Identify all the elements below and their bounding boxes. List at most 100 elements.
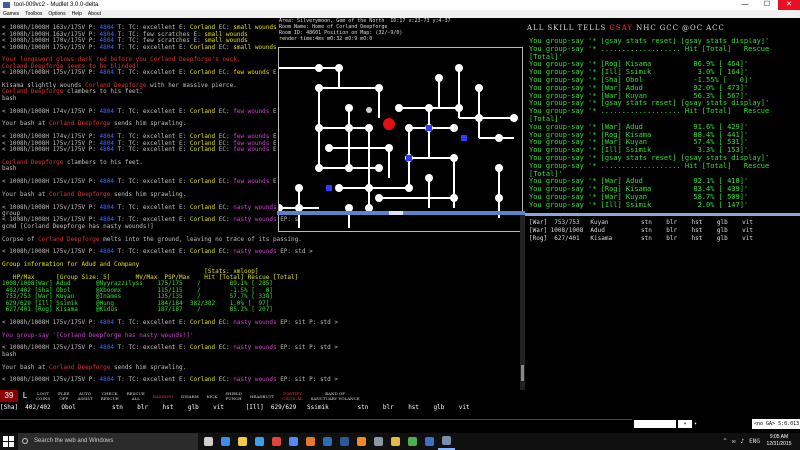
console-text: E:: [179, 248, 190, 256]
chat-tabs: ALL SKILL TELLS GSAY NHC GCC @OC ACC: [527, 22, 800, 34]
gsay-window[interactable]: You group-say '* [gsay stats reset] [gsa…: [527, 38, 800, 213]
mail-icon[interactable]: [285, 433, 302, 450]
folder-icon[interactable]: [387, 433, 404, 450]
taskbar-clock[interactable]: 9:05 AM 12/31/2015: [762, 434, 796, 450]
maximize-button[interactable]: ☐: [756, 0, 778, 10]
store-icon[interactable]: [251, 433, 268, 450]
console-text: nasty wounds: [233, 216, 277, 224]
console-text: gcmd [Corland Deepforge has nasty wounds…: [2, 222, 154, 230]
console-text: < 1008h/1008H 175v/175V: [2, 43, 89, 51]
console-text: EC:: [218, 69, 234, 77]
window-titlebar: tool-009vc2 - Mudlet 3.0.0-delta — ☐ ✕: [0, 0, 800, 10]
buffer-search-input[interactable]: [634, 420, 676, 428]
app-icon-green[interactable]: [404, 433, 421, 450]
mapper-window[interactable]: Area: Silverymoon, Gem of the North ID:1…: [275, 18, 525, 232]
command-input[interactable]: [0, 419, 632, 430]
action-button-all[interactable]: RESCUE ALL: [123, 390, 149, 402]
map-splitter[interactable]: [277, 211, 525, 215]
right-splitter[interactable]: [525, 213, 800, 216]
console-text: bash: [2, 350, 17, 358]
console-text: T:: [114, 146, 129, 153]
tab-acc[interactable]: ACC: [706, 22, 725, 34]
close-button[interactable]: ✕: [778, 0, 800, 10]
map-canvas[interactable]: [275, 47, 523, 232]
console-text: TC:: [128, 376, 143, 384]
console-text: EC:: [218, 376, 234, 384]
explorer-icon[interactable]: [234, 433, 251, 450]
minimize-button[interactable]: —: [734, 0, 756, 10]
tray-item[interactable]: ✉: [732, 438, 736, 445]
taskbar-search-placeholder: Search the web and Windows: [34, 438, 114, 444]
action-button-coins[interactable]: LOOT COINS: [32, 390, 54, 402]
console-text: Corland: [189, 178, 219, 185]
search-options-dropdown[interactable]: ▾: [678, 420, 692, 428]
tray-item[interactable]: ENG: [749, 438, 760, 445]
console-text: Corland: [189, 203, 219, 211]
console-text: Corland Deepforge: [38, 235, 100, 243]
menu-toolbox[interactable]: Toolbox: [22, 10, 45, 18]
tab-all[interactable]: ALL: [527, 22, 544, 34]
task-view-icon[interactable]: [200, 433, 217, 450]
map-splitter-handle[interactable]: [389, 211, 403, 215]
mudlet-icon[interactable]: [438, 433, 455, 450]
action-button-sanctuary-volance[interactable]: BAND OF SANCTUARY VOLANCE: [307, 390, 364, 402]
photoshop-icon[interactable]: [319, 433, 336, 450]
menu-games[interactable]: Games: [0, 10, 22, 18]
menu-options[interactable]: Options: [45, 10, 68, 18]
app-icon-blue[interactable]: [421, 433, 438, 450]
action-button-bottom-label: KICK: [206, 393, 218, 399]
action-button-bottom-label: OFF: [59, 396, 69, 401]
action-button-bottom-label: HEADBUTT: [249, 393, 275, 399]
console-text: 4804: [99, 344, 114, 352]
console-text: E:: [179, 69, 190, 77]
action-button-off[interactable]: FLEE OFF: [54, 390, 73, 402]
action-button-headbutt[interactable]: HEADBUTT: [246, 390, 278, 402]
console-text: 4804: [99, 318, 114, 326]
action-button-kick[interactable]: KICK: [203, 390, 222, 402]
console-text: EC:: [218, 43, 234, 51]
tab-nhc[interactable]: NHC: [636, 22, 657, 34]
clock-time: 9:05 AM: [769, 434, 789, 440]
tab-skill[interactable]: SKILL: [547, 22, 574, 34]
console-text: Corland: [189, 248, 219, 256]
console-text: E:: [179, 344, 190, 352]
action-button-assist[interactable]: AUTO ASSIST: [73, 390, 96, 402]
tab-gsay[interactable]: GSAY: [609, 22, 633, 34]
word-icon[interactable]: [336, 433, 353, 450]
group-member-row: [Rog] 627/401 Kisama stn blr hst glb vit: [529, 235, 753, 242]
taskbar-search[interactable]: Search the web and Windows: [18, 433, 198, 450]
tray-item[interactable]: ^: [723, 438, 727, 445]
windows-start-icon[interactable]: [3, 436, 14, 447]
steam-icon[interactable]: [370, 433, 387, 450]
action-button-critical[interactable]: FORTIFY CRITICAL: [278, 390, 307, 402]
extra-options-dropdown[interactable]: ▾: [694, 420, 697, 428]
action-button-punch[interactable]: SHIELD PUNCH: [221, 390, 246, 402]
console-text: clambers to his feet.: [63, 158, 143, 166]
action-button-disarm[interactable]: DISARM: [177, 390, 203, 402]
vlc-icon[interactable]: [353, 433, 370, 450]
menu-about[interactable]: About: [85, 10, 104, 18]
console-text: 4804: [99, 69, 114, 77]
tab-gcc[interactable]: GCC: [660, 22, 679, 34]
console-scrollbar-thumb[interactable]: [521, 365, 524, 381]
tab-oc[interactable]: @OC: [682, 22, 703, 34]
console-text: 4804: [99, 376, 114, 384]
console-line: < 1008h/1008H 175v/175V P: 4804 T: TC: e…: [2, 248, 313, 255]
edge-icon[interactable]: [217, 433, 234, 450]
console-text: < 1008h/1008H 175v/175V: [2, 69, 89, 77]
firefox-icon[interactable]: [302, 433, 319, 450]
console-line: bash: [2, 165, 16, 172]
profile-dropdown[interactable]: <no GA> 5:0.013: [752, 419, 800, 429]
action-button-bashing[interactable]: BASHING: [149, 390, 177, 402]
console-text: excellent: [142, 344, 180, 352]
tab-tells[interactable]: TELLS: [577, 22, 606, 34]
edge-icon-glyph: [221, 437, 230, 446]
console-text: You group-say '[Corland Deepforge has na…: [2, 331, 194, 339]
console-scrollbar[interactable]: [520, 215, 525, 390]
tray-item[interactable]: ♪: [741, 438, 745, 445]
menu-help[interactable]: Help: [69, 10, 85, 18]
console-text: bash: [2, 94, 17, 102]
action-button-rescue[interactable]: CHECK RESCUE: [97, 390, 123, 402]
chrome-icon[interactable]: [268, 433, 285, 450]
group-member-row: [War] 1008/1008 Adud stn blr hst glb vit: [529, 227, 753, 234]
